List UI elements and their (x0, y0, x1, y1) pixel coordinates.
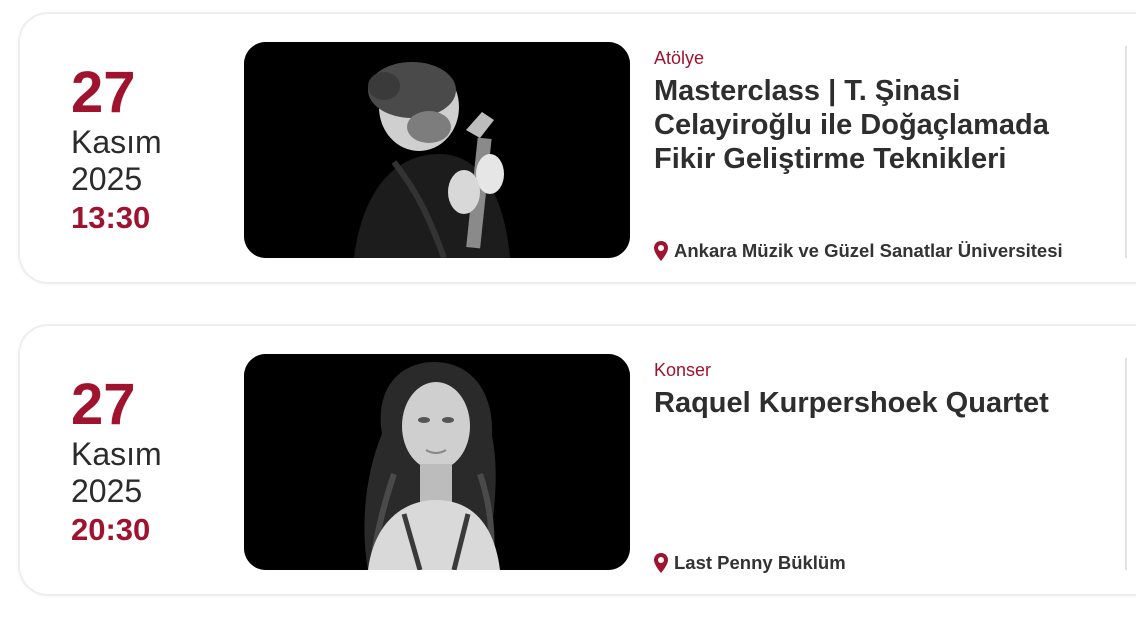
event-month: Kasım (71, 124, 162, 160)
event-title[interactable]: Raquel Kurpershoek Quartet (654, 386, 1094, 420)
event-day: 27 (71, 60, 136, 125)
event-location-text: Ankara Müzik ve Güzel Sanatlar Üniversit… (674, 240, 1063, 261)
card-divider (1125, 358, 1127, 570)
event-list: 27 Kasım 2025 13:30 Atölye Masterclass |… (0, 0, 1136, 617)
event-day: 27 (71, 372, 136, 437)
event-date: 27 Kasım 2025 13:30 (71, 62, 221, 238)
event-category[interactable]: Konser (654, 358, 1094, 382)
woman-portrait-photo (244, 354, 630, 570)
location-pin-icon (654, 553, 668, 573)
event-card[interactable]: 27 Kasım 2025 13:30 Atölye Masterclass |… (18, 12, 1136, 284)
musician-with-oud-photo (244, 42, 630, 258)
event-location-text: Last Penny Büklüm (674, 552, 846, 573)
event-info: Atölye Masterclass | T. Şinasi Celayiroğ… (654, 46, 1094, 266)
event-card[interactable]: 27 Kasım 2025 20:30 Konser Raquel Kurper… (18, 324, 1136, 596)
event-year: 2025 (71, 473, 143, 509)
event-image[interactable] (244, 354, 630, 570)
event-info: Konser Raquel Kurpershoek Quartet Last P… (654, 358, 1094, 578)
event-month: Kasım (71, 436, 162, 472)
event-category[interactable]: Atölye (654, 46, 1094, 70)
event-date: 27 Kasım 2025 20:30 (71, 374, 221, 550)
event-year: 2025 (71, 161, 143, 197)
event-location: Last Penny Büklüm (654, 552, 846, 574)
event-time: 13:30 (71, 200, 151, 235)
event-location: Ankara Müzik ve Güzel Sanatlar Üniversit… (654, 240, 1063, 262)
event-image[interactable] (244, 42, 630, 258)
event-title[interactable]: Masterclass | T. Şinasi Celayiroğlu ile … (654, 74, 1094, 176)
location-pin-icon (654, 241, 668, 261)
event-time: 20:30 (71, 512, 151, 547)
card-divider (1125, 46, 1127, 258)
